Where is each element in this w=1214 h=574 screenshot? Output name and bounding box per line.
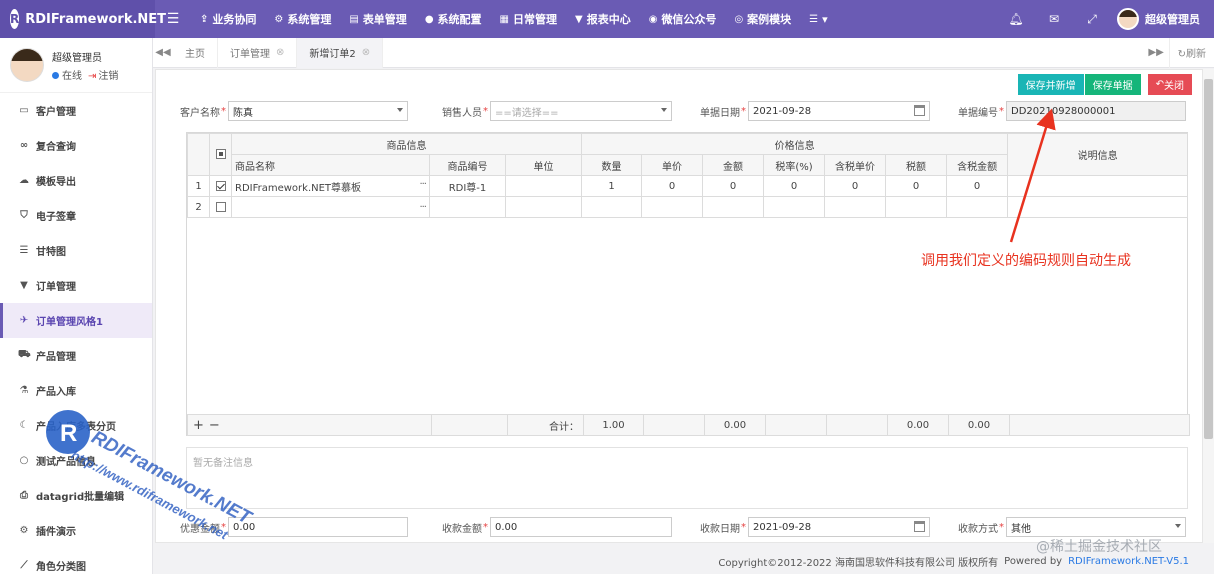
sliders-icon: ☰ — [19, 245, 29, 256]
tab-new-order-2[interactable]: 新增订单2 ⊗ — [297, 37, 384, 68]
nav-item-config[interactable]: ● 系统配置 — [416, 0, 491, 38]
close-icon[interactable]: ⊗ — [362, 47, 370, 58]
binoculars-icon: ∞ — [19, 140, 29, 151]
user-name: 超级管理员 — [1145, 13, 1200, 26]
tab-order-management[interactable]: 订单管理 ⊗ — [218, 37, 298, 68]
plane-icon: ✈ — [19, 315, 29, 326]
chart-icon: ⟋ — [20, 560, 28, 571]
chevron-down-icon: ▾ — [822, 12, 828, 26]
nav-item-forms[interactable]: ▤ 表单管理 — [340, 0, 415, 38]
nav-more-dropdown[interactable]: ☰ ▾ — [800, 0, 837, 38]
top-navbar: R RDIFramework.NET ☰ ⇪ 业务协同 ⚙ 系统管理 ▤ 表单管理 ●… — [0, 0, 1214, 38]
nav-item-collab[interactable]: ⇪ 业务协同 — [191, 0, 265, 38]
user-menu[interactable]: 超级管理员 — [1111, 8, 1214, 30]
cloud-icon: ☁ — [19, 175, 29, 186]
filter-icon: ▼ — [575, 13, 583, 25]
powered-text: Powered by — [1004, 555, 1063, 567]
sidebar-item-orders-style1[interactable]: ✈ 订单管理风格1 — [0, 303, 152, 338]
mail-icon[interactable]: ✉ — [1035, 12, 1073, 26]
refresh-icon: ↻ — [1177, 49, 1186, 60]
sidebar-item-role-chart[interactable]: ⟋ 角色分类图 — [0, 548, 152, 574]
list-icon: ☰ — [809, 13, 819, 25]
tab-home[interactable]: 主页 — [173, 37, 218, 68]
close-icon[interactable]: ⊗ — [276, 47, 284, 58]
nav-item-daily[interactable]: ▦ 日常管理 — [491, 0, 566, 38]
sidebar-item-products[interactable]: ⛟ 产品管理 — [0, 338, 152, 373]
sidebar-user-name: 超级管理员 — [52, 52, 102, 64]
refresh-button[interactable]: ↻刷新 — [1170, 45, 1214, 60]
sidebar: 超级管理员 在线 ⇥ 注销 ▭ 客户管理 ∞ 复合查询 ☁ 模板导出 ⛉ 电子签章 ☰ 甘特… — [0, 38, 153, 574]
sidebar-item-query[interactable]: ∞ 复合查询 — [0, 128, 152, 163]
page-tabs: ◀◀ 主页 订单管理 ⊗ 新增订单2 ⊗ ▶▶ ↻刷新 — [153, 37, 1214, 68]
sidebar-item-stock-in[interactable]: ⚗ 产品入库 — [0, 373, 152, 408]
sidebar-item-signature[interactable]: ⛉ 电子签章 — [0, 198, 152, 233]
sidebar-item-plugins[interactable]: ⚙ 插件演示 — [0, 513, 152, 548]
annotation-text: 调用我们定义的编码规则自动生成 — [921, 253, 1131, 269]
sidebar-item-stock-in-paged[interactable]: ☾ 产品入库多表分页 — [0, 408, 152, 443]
sidebar-item-orders[interactable]: ▼ 订单管理 — [0, 268, 152, 303]
share-icon: ⇪ — [200, 13, 209, 25]
sidebar-item-customers[interactable]: ▭ 客户管理 — [0, 93, 152, 128]
online-dot-icon — [52, 71, 59, 79]
avatar — [1117, 8, 1139, 30]
main-scrollbar[interactable] — [1203, 69, 1214, 543]
powered-link[interactable]: RDIFramework.NET-V5.1 — [1068, 556, 1189, 567]
circle-icon: ● — [424, 13, 434, 25]
copyright-text: Copyright©2012-2022 海南国思软件科技有限公司 版权所有 — [718, 557, 999, 569]
scrollbar-thumb[interactable] — [1204, 79, 1213, 439]
status-online: 在线 — [52, 67, 82, 82]
cart-icon: ⛟ — [18, 349, 31, 360]
eye-icon: ◎ — [734, 13, 744, 25]
sidebar-item-export[interactable]: ☁ 模板导出 — [0, 163, 152, 198]
menu-toggle-icon[interactable]: ☰ — [155, 11, 191, 27]
annotation-arrow — [1009, 108, 1056, 243]
filter-icon: ▼ — [20, 280, 28, 291]
brand-logo[interactable]: R RDIFramework.NET — [0, 0, 166, 38]
calendar-icon: ▦ — [499, 13, 509, 25]
form-icon: ▤ — [349, 13, 359, 25]
tabs-scroll-right-icon[interactable]: ▶▶ — [1144, 37, 1170, 68]
circle-icon: ○ — [19, 455, 29, 466]
avatar — [10, 48, 44, 82]
logout-icon: ⇥ — [88, 70, 97, 82]
tabs-scroll-left-icon[interactable]: ◀◀ — [153, 47, 173, 58]
bottle-icon: ⚗ — [19, 385, 29, 396]
sidebar-user-panel: 超级管理员 在线 ⇥ 注销 — [0, 38, 152, 93]
bell-icon[interactable]: 🔔︎ — [997, 12, 1035, 26]
sidebar-item-datagrid-edit[interactable]: ⎙ datagrid批量编辑 — [0, 478, 152, 513]
nav-item-reports[interactable]: ▼ 报表中心 — [566, 0, 640, 38]
brand-title: RDIFramework.NET — [25, 11, 167, 27]
order-form-panel: 保存并新增 保存单据 ↶ 关闭 客户名称 * 陈真 销售人员 * ==请选择== 单据… — [155, 69, 1203, 543]
corner-watermark: @稀土掘金技术社区 — [1036, 539, 1162, 555]
nav-item-wechat[interactable]: ◉ 微信公众号 — [640, 0, 726, 38]
logout-link[interactable]: ⇥ 注销 — [88, 67, 118, 82]
sidebar-item-test-products[interactable]: ○ 测试产品信息 — [0, 443, 152, 478]
cogs-icon: ⚙ — [19, 525, 29, 536]
shield-icon: ⛉ — [20, 210, 28, 221]
nav-item-system[interactable]: ⚙ 系统管理 — [265, 0, 340, 38]
nav-item-cases[interactable]: ◎ 案例模块 — [725, 0, 800, 38]
cogs-icon: ⚙ — [274, 13, 284, 25]
fullscreen-icon[interactable]: ⤢ — [1073, 12, 1111, 27]
print-icon: ⎙ — [20, 490, 28, 501]
moon-icon: ☾ — [19, 420, 29, 431]
wechat-icon: ◉ — [648, 13, 658, 25]
idcard-icon: ▭ — [19, 105, 29, 116]
logo-icon: R — [10, 9, 20, 29]
sidebar-item-gantt[interactable]: ☰ 甘特图 — [0, 233, 152, 268]
